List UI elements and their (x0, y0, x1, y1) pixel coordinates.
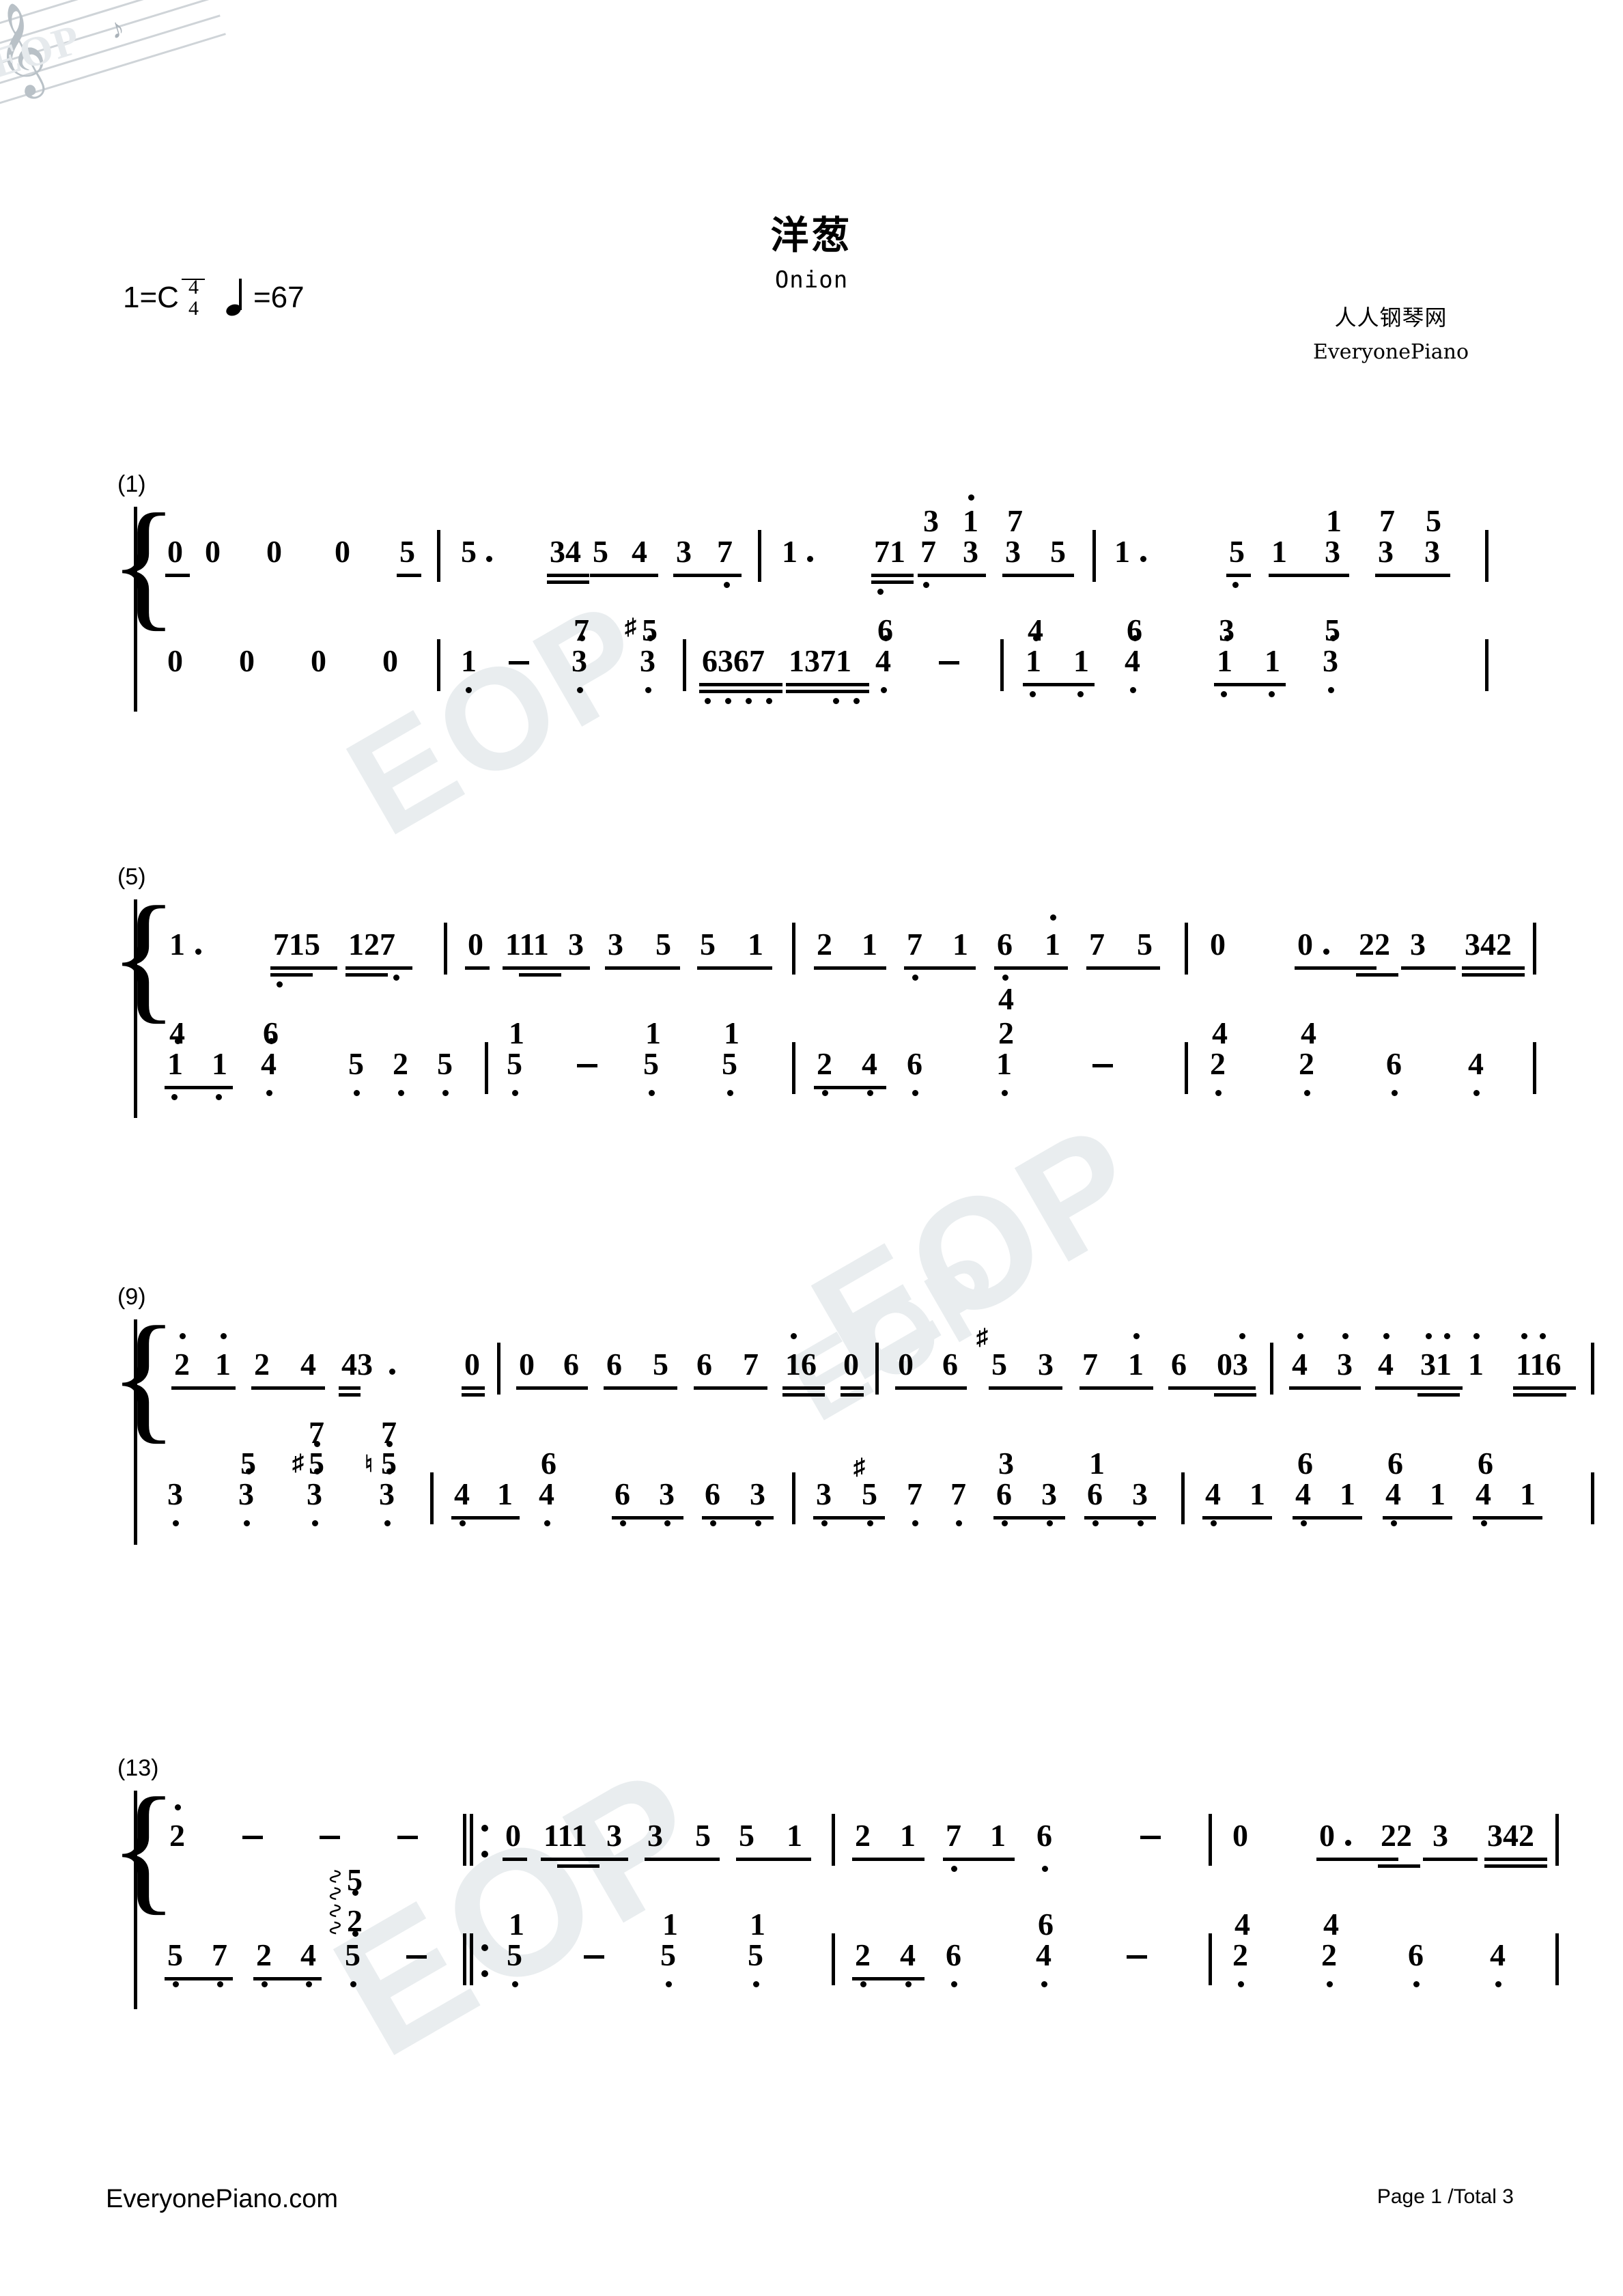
credit-cn: 人人钢琴网 (1334, 305, 1448, 331)
music-system-3: (9) { 2 1 2 4 43 0 0 6 6 5 6 7 16 0 0 6 … (109, 1284, 1594, 1584)
system-4-brace: { (109, 1769, 178, 1927)
music-system-2: (5) { 1 715 127 0 111 3 3 5 5 1 2 1 7 1 … (109, 864, 1536, 1151)
time-signature-bar (182, 279, 206, 280)
tempo-value: =67 (253, 281, 305, 315)
quarter-note-icon (224, 279, 249, 318)
eop-corner-logo: 𝄞 ♪ EOP (0, 0, 243, 163)
logo-text: EOP (0, 16, 87, 87)
time-signature-bottom: 4 (188, 297, 199, 320)
credit-block: 人人钢琴网 EveryonePiano (1282, 300, 1500, 364)
footer-page-indicator: Page 1 /Total 3 (1377, 2185, 1514, 2208)
key-tempo-block: 1=C 4 4 =67 (123, 277, 305, 320)
arpeggio-icon: ∿∿∿∿ (324, 1868, 347, 1937)
credit-en: EveryonePiano (1312, 340, 1469, 364)
treble-clef-icon: 𝄞 (0, 0, 55, 101)
time-signature: 4 4 (182, 277, 206, 320)
music-system-4: (13) { 2 0 111 3 3 5 5 1 2 1 7 1 6 0 0 2… (109, 1755, 1559, 2049)
key-signature: 1=C (123, 281, 179, 315)
note-icon: ♪ (106, 12, 128, 46)
repeat-start-barline-treble (463, 1814, 474, 1866)
system-3-brace: { (109, 1298, 178, 1456)
music-system-1: (1) { 0 0 0 0 5 5 34 5 4 3 7 1 71 3 7 1 … (109, 471, 1516, 758)
system-1-brace: { (109, 485, 178, 643)
footer-site-link[interactable]: EveryonePiano.com (106, 2185, 338, 2214)
repeat-start-barline-bass (463, 1933, 474, 1985)
system-2-brace: { (109, 878, 178, 1036)
page-title-cn: 洋葱 (770, 214, 853, 258)
